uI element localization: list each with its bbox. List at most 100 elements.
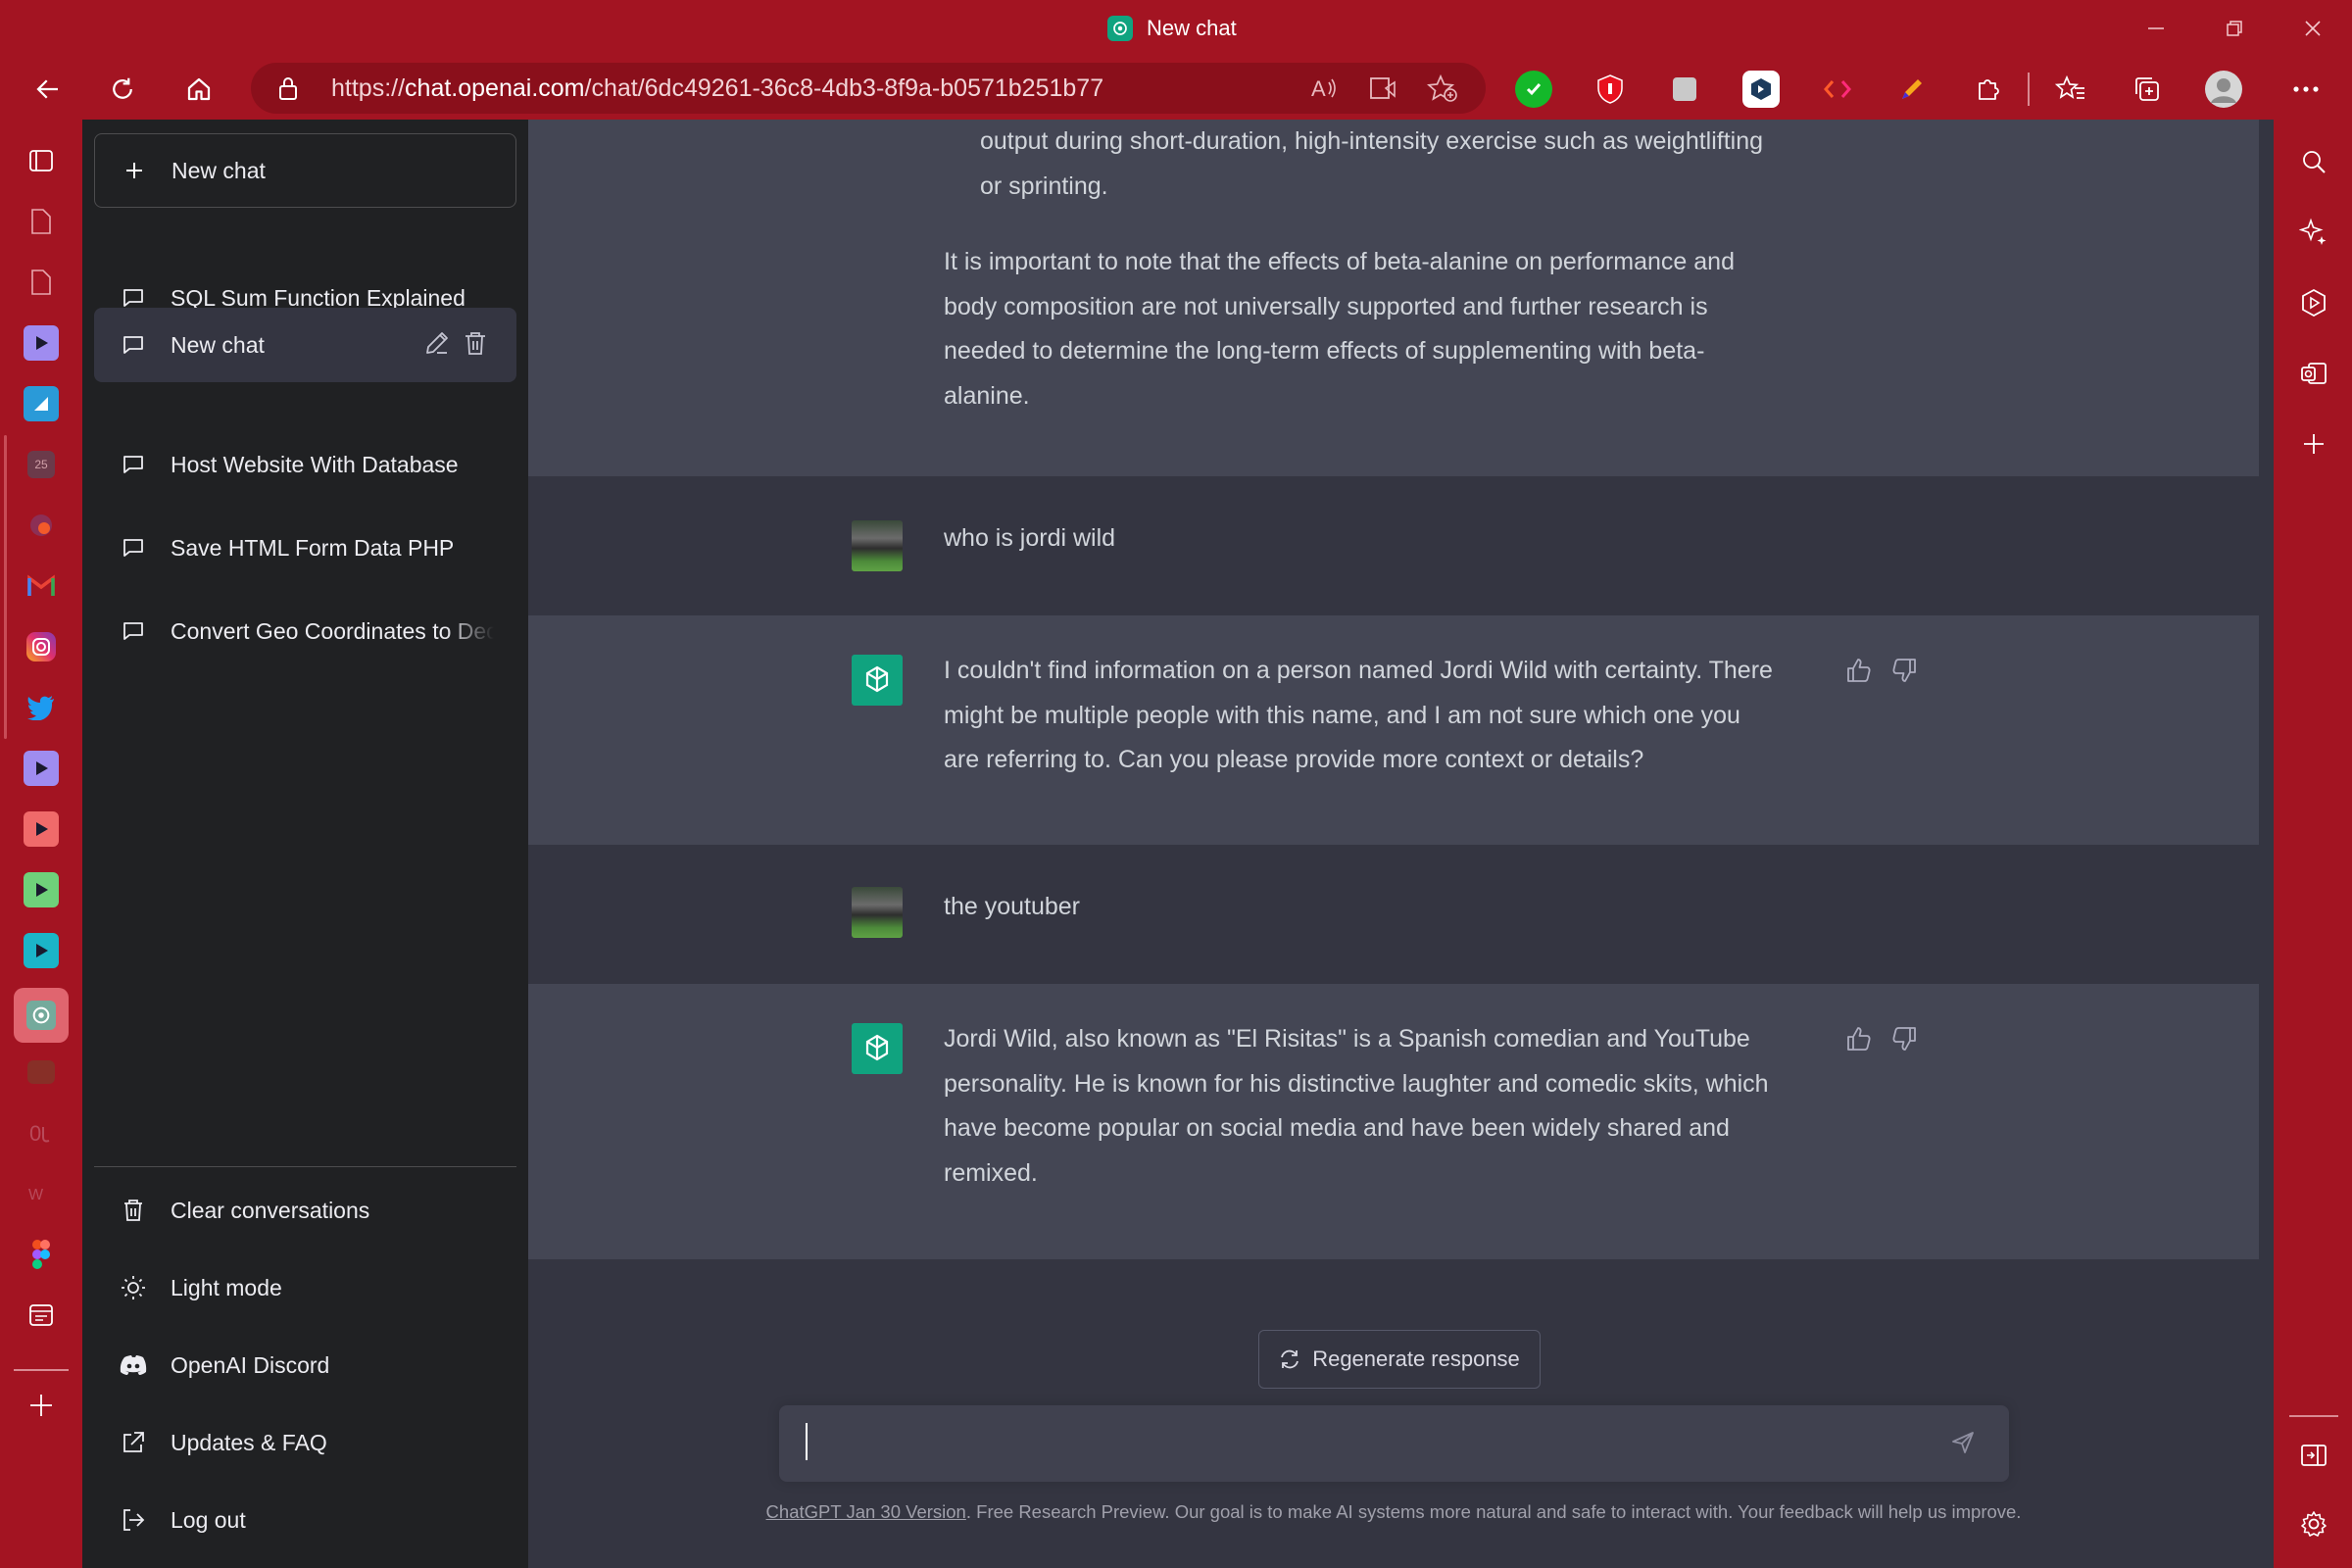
tab-group-indicator <box>4 435 7 739</box>
chat-item-new-chat-active[interactable]: New chat <box>94 308 516 382</box>
read-aloud-icon[interactable]: A <box>1309 74 1339 107</box>
extension-gray-icon[interactable] <box>1666 71 1703 108</box>
home-button[interactable] <box>174 65 223 114</box>
immersive-reader-icon[interactable] <box>1368 74 1397 107</box>
media-player-green-tab-icon[interactable] <box>20 868 63 911</box>
url-text[interactable]: https://chat.openai.com/chat/6dc49261-36… <box>331 63 1103 114</box>
message-list-item-tail: output during short-duration, high-inten… <box>980 120 1862 209</box>
gmail-tab-icon[interactable] <box>20 564 63 608</box>
games-hexagon-icon[interactable] <box>2291 280 2336 325</box>
page-tab-icon[interactable] <box>20 200 63 243</box>
extensions-puzzle-icon[interactable] <box>1970 71 2007 108</box>
menu-label: OpenAI Discord <box>171 1351 330 1378</box>
chat-item-label: Convert Geo Coordinates to Deci <box>171 617 494 644</box>
user-message-text: who is jordi wild <box>944 524 1116 552</box>
media-player-red-tab-icon[interactable] <box>20 808 63 851</box>
collections-icon[interactable] <box>2129 71 2166 108</box>
discover-sparkle-icon[interactable] <box>2291 210 2336 255</box>
search-icon[interactable] <box>2291 139 2336 184</box>
refresh-icon <box>1279 1348 1300 1370</box>
menu-label: Light mode <box>171 1274 282 1300</box>
twitter-tab-icon[interactable] <box>20 686 63 729</box>
sidebar-divider <box>14 1369 69 1371</box>
text-line: output during short-duration, high-inten… <box>980 127 1764 155</box>
clear-conversations-button[interactable]: Clear conversations <box>94 1173 516 1248</box>
chat-item-label: New chat <box>171 331 265 358</box>
extension-green-icon[interactable] <box>1515 71 1552 108</box>
updates-faq-link[interactable]: Updates & FAQ <box>94 1405 516 1480</box>
thumbs-down-icon[interactable] <box>1888 655 1920 686</box>
dim-tab-icon[interactable] <box>20 1051 63 1094</box>
message-composer <box>779 1405 2009 1482</box>
chat-item-label: Host Website With Database <box>171 451 459 477</box>
assistant-message-partial: output during short-duration, high-inten… <box>528 120 2259 476</box>
chat-item-save-html[interactable]: Save HTML Form Data PHP <box>94 511 516 585</box>
app-tab-icon[interactable] <box>20 504 63 547</box>
text-line: personality. He is known for his distinc… <box>944 1069 1769 1098</box>
conversation-area: output during short-duration, high-inten… <box>528 120 2259 1568</box>
lock-icon[interactable] <box>276 74 300 107</box>
media-player-teal-tab-icon[interactable] <box>20 929 63 972</box>
regenerate-response-button[interactable]: Regenerate response <box>1258 1330 1541 1389</box>
text-line: I couldn't find information on a person … <box>944 657 1773 684</box>
web-capture-icon[interactable] <box>20 1294 63 1337</box>
send-button[interactable] <box>1943 1425 1983 1464</box>
chat-item-label: Save HTML Form Data PHP <box>171 534 455 561</box>
delete-trash-icon[interactable] <box>463 329 488 363</box>
code-brackets-icon[interactable] <box>1819 71 1856 108</box>
profile-avatar-icon[interactable] <box>2205 71 2242 108</box>
discord-icon <box>116 1348 151 1383</box>
new-chat-button[interactable]: New chat <box>94 133 516 208</box>
address-bar[interactable]: https://chat.openai.com/chat/6dc49261-36… <box>251 63 1486 114</box>
figma-tab-icon[interactable] <box>20 1233 63 1276</box>
back-button[interactable] <box>24 65 73 114</box>
close-window-button[interactable] <box>2288 10 2337 47</box>
chat-bubble-icon <box>116 530 151 565</box>
text-line: needed to determine the long-term effect… <box>944 337 1705 365</box>
dim-tab-icon[interactable]: 0 <box>20 1111 63 1154</box>
minimize-button[interactable] <box>2132 10 2180 47</box>
calendar-tab-icon[interactable]: 25 <box>20 443 63 486</box>
chat-bubble-icon <box>116 447 151 482</box>
trash-icon <box>116 1193 151 1228</box>
new-tab-plus-icon[interactable] <box>20 1384 63 1427</box>
outlook-icon[interactable] <box>2291 351 2336 396</box>
chat-item-host-website[interactable]: Host Website With Database <box>94 427 516 502</box>
user-avatar <box>852 887 903 938</box>
openai-discord-link[interactable]: OpenAI Discord <box>94 1328 516 1402</box>
restore-button[interactable] <box>2210 10 2259 47</box>
assistant-message: Jordi Wild, also known as "El Risitas" i… <box>528 984 2259 1259</box>
instagram-tab-icon[interactable] <box>20 625 63 668</box>
chat-item-convert-geo[interactable]: Convert Geo Coordinates to Deci <box>94 594 516 668</box>
extension-hexagon-icon[interactable] <box>1742 71 1780 108</box>
chatgpt-active-tab-icon[interactable] <box>14 988 69 1043</box>
text-line: have become popular on social media and … <box>944 1114 1730 1142</box>
message-input[interactable] <box>801 1423 1922 1466</box>
browser-left-sidebar: 25 0 W <box>0 120 82 1568</box>
log-out-button[interactable]: Log out <box>94 1483 516 1557</box>
edit-pencil-icon[interactable] <box>423 329 451 363</box>
light-mode-button[interactable]: Light mode <box>94 1250 516 1325</box>
user-message: the youtuber <box>528 845 2259 984</box>
hide-sidebar-icon[interactable] <box>2291 1433 2336 1478</box>
logout-icon <box>116 1502 151 1538</box>
settings-more-icon[interactable] <box>2287 71 2325 108</box>
add-favorite-icon[interactable] <box>1426 74 1458 108</box>
text-line: or sprinting. <box>980 172 1108 200</box>
refresh-button[interactable] <box>98 65 147 114</box>
version-link[interactable]: ChatGPT Jan 30 Version <box>766 1501 966 1522</box>
pen-extension-icon[interactable] <box>1893 71 1931 108</box>
sidebar-settings-gear-icon[interactable] <box>2291 1501 2336 1546</box>
thumbs-down-icon[interactable] <box>1888 1023 1920 1054</box>
add-sidebar-app-icon[interactable] <box>2291 421 2336 466</box>
page-tab-icon[interactable] <box>20 261 63 304</box>
dim-tab-icon[interactable]: W <box>20 1172 63 1215</box>
tab-actions-icon[interactable] <box>20 139 63 182</box>
favorites-icon[interactable] <box>2052 71 2089 108</box>
blue-app-tab-icon[interactable] <box>20 382 63 425</box>
adblock-shield-icon[interactable] <box>1592 71 1629 108</box>
media-player-tab-icon[interactable] <box>20 747 63 790</box>
thumbs-up-icon[interactable] <box>1843 655 1875 686</box>
media-player-tab-icon[interactable] <box>20 321 63 365</box>
thumbs-up-icon[interactable] <box>1843 1023 1875 1054</box>
